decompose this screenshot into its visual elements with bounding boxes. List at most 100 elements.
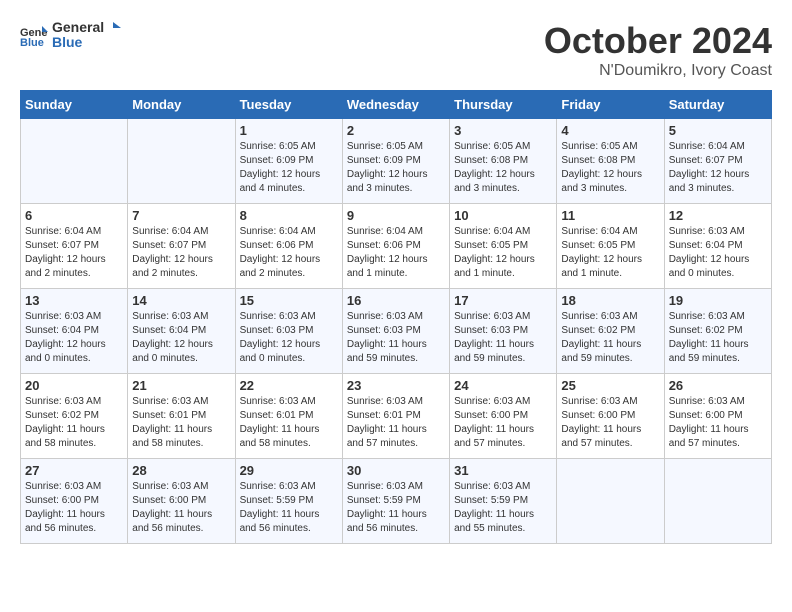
day-number: 26 bbox=[669, 378, 767, 393]
cell-info: Sunrise: 6:04 AM Sunset: 6:07 PM Dayligh… bbox=[669, 140, 767, 196]
logo-text: General bbox=[52, 20, 122, 35]
day-number: 31 bbox=[454, 463, 552, 478]
calendar-cell: 18 Sunrise: 6:03 AM Sunset: 6:02 PM Dayli… bbox=[557, 289, 664, 374]
cell-info: Sunrise: 6:03 AM Sunset: 6:00 PM Dayligh… bbox=[132, 480, 230, 536]
calendar-week-3: 13 Sunrise: 6:03 AM Sunset: 6:04 PM Dayli… bbox=[21, 289, 772, 374]
day-number: 14 bbox=[132, 293, 230, 308]
cell-info: Sunrise: 6:03 AM Sunset: 5:59 PM Dayligh… bbox=[240, 480, 338, 536]
cell-info: Sunrise: 6:03 AM Sunset: 5:59 PM Dayligh… bbox=[454, 480, 552, 536]
cell-info: Sunrise: 6:03 AM Sunset: 6:01 PM Dayligh… bbox=[132, 395, 230, 451]
calendar-cell: 10 Sunrise: 6:04 AM Sunset: 6:05 PM Dayli… bbox=[450, 204, 557, 289]
day-number: 28 bbox=[132, 463, 230, 478]
calendar-cell: 29 Sunrise: 6:03 AM Sunset: 5:59 PM Dayli… bbox=[235, 459, 342, 544]
day-header-friday: Friday bbox=[557, 91, 664, 119]
logo: General Blue General Blue bbox=[20, 20, 122, 51]
day-number: 29 bbox=[240, 463, 338, 478]
calendar-cell: 14 Sunrise: 6:03 AM Sunset: 6:04 PM Dayli… bbox=[128, 289, 235, 374]
cell-info: Sunrise: 6:04 AM Sunset: 6:05 PM Dayligh… bbox=[454, 225, 552, 281]
day-number: 27 bbox=[25, 463, 123, 478]
calendar-cell: 1 Sunrise: 6:05 AM Sunset: 6:09 PM Daylig… bbox=[235, 119, 342, 204]
calendar-cell bbox=[557, 459, 664, 544]
day-number: 12 bbox=[669, 208, 767, 223]
calendar-cell: 28 Sunrise: 6:03 AM Sunset: 6:00 PM Dayli… bbox=[128, 459, 235, 544]
day-header-thursday: Thursday bbox=[450, 91, 557, 119]
day-number: 9 bbox=[347, 208, 445, 223]
cell-info: Sunrise: 6:04 AM Sunset: 6:05 PM Dayligh… bbox=[561, 225, 659, 281]
day-header-saturday: Saturday bbox=[664, 91, 771, 119]
cell-info: Sunrise: 6:03 AM Sunset: 6:00 PM Dayligh… bbox=[561, 395, 659, 451]
cell-info: Sunrise: 6:05 AM Sunset: 6:09 PM Dayligh… bbox=[240, 140, 338, 196]
calendar-cell: 22 Sunrise: 6:03 AM Sunset: 6:01 PM Dayli… bbox=[235, 374, 342, 459]
cell-info: Sunrise: 6:03 AM Sunset: 6:02 PM Dayligh… bbox=[561, 310, 659, 366]
day-number: 4 bbox=[561, 123, 659, 138]
calendar-cell: 6 Sunrise: 6:04 AM Sunset: 6:07 PM Daylig… bbox=[21, 204, 128, 289]
cell-info: Sunrise: 6:05 AM Sunset: 6:08 PM Dayligh… bbox=[561, 140, 659, 196]
calendar-cell bbox=[21, 119, 128, 204]
calendar-week-2: 6 Sunrise: 6:04 AM Sunset: 6:07 PM Daylig… bbox=[21, 204, 772, 289]
cell-info: Sunrise: 6:04 AM Sunset: 6:07 PM Dayligh… bbox=[132, 225, 230, 281]
day-number: 21 bbox=[132, 378, 230, 393]
cell-info: Sunrise: 6:04 AM Sunset: 6:06 PM Dayligh… bbox=[347, 225, 445, 281]
calendar-cell: 8 Sunrise: 6:04 AM Sunset: 6:06 PM Daylig… bbox=[235, 204, 342, 289]
svg-text:Blue: Blue bbox=[20, 37, 44, 46]
day-number: 2 bbox=[347, 123, 445, 138]
calendar-cell: 20Sunrise: 6:03 AM Sunset: 6:02 PM Dayli… bbox=[21, 374, 128, 459]
calendar-cell: 15 Sunrise: 6:03 AM Sunset: 6:03 PM Dayli… bbox=[235, 289, 342, 374]
cell-info: Sunrise: 6:03 AM Sunset: 6:03 PM Dayligh… bbox=[240, 310, 338, 366]
calendar-cell bbox=[128, 119, 235, 204]
calendar-header-row: SundayMondayTuesdayWednesdayThursdayFrid… bbox=[21, 91, 772, 119]
calendar-cell: 21 Sunrise: 6:03 AM Sunset: 6:01 PM Dayli… bbox=[128, 374, 235, 459]
calendar-cell: 12 Sunrise: 6:03 AM Sunset: 6:04 PM Dayli… bbox=[664, 204, 771, 289]
calendar-cell: 24Sunrise: 6:03 AM Sunset: 6:00 PM Dayli… bbox=[450, 374, 557, 459]
cell-info: Sunrise: 6:03 AM Sunset: 6:00 PM Dayligh… bbox=[454, 395, 552, 451]
day-number: 13 bbox=[25, 293, 123, 308]
calendar-body: 1 Sunrise: 6:05 AM Sunset: 6:09 PM Daylig… bbox=[21, 119, 772, 544]
day-header-sunday: Sunday bbox=[21, 91, 128, 119]
cell-info: Sunrise: 6:05 AM Sunset: 6:08 PM Dayligh… bbox=[454, 140, 552, 196]
cell-info: Sunrise: 6:03 AM Sunset: 6:04 PM Dayligh… bbox=[25, 310, 123, 366]
logo-blue-text: Blue bbox=[52, 35, 122, 50]
day-number: 10 bbox=[454, 208, 552, 223]
day-number: 1 bbox=[240, 123, 338, 138]
day-header-monday: Monday bbox=[128, 91, 235, 119]
calendar-cell bbox=[664, 459, 771, 544]
day-number: 23 bbox=[347, 378, 445, 393]
calendar-cell: 31 Sunrise: 6:03 AM Sunset: 5:59 PM Dayli… bbox=[450, 459, 557, 544]
calendar-cell: 27Sunrise: 6:03 AM Sunset: 6:00 PM Dayli… bbox=[21, 459, 128, 544]
day-number: 5 bbox=[669, 123, 767, 138]
cell-info: Sunrise: 6:04 AM Sunset: 6:07 PM Dayligh… bbox=[25, 225, 123, 281]
day-number: 18 bbox=[561, 293, 659, 308]
day-number: 25 bbox=[561, 378, 659, 393]
cell-info: Sunrise: 6:03 AM Sunset: 6:03 PM Dayligh… bbox=[347, 310, 445, 366]
calendar-cell: 13 Sunrise: 6:03 AM Sunset: 6:04 PM Dayli… bbox=[21, 289, 128, 374]
calendar-cell: 16Sunrise: 6:03 AM Sunset: 6:03 PM Dayli… bbox=[342, 289, 449, 374]
calendar-cell: 23 Sunrise: 6:03 AM Sunset: 6:01 PM Dayli… bbox=[342, 374, 449, 459]
calendar-cell: 17Sunrise: 6:03 AM Sunset: 6:03 PM Dayli… bbox=[450, 289, 557, 374]
day-number: 22 bbox=[240, 378, 338, 393]
calendar-cell: 4 Sunrise: 6:05 AM Sunset: 6:08 PM Daylig… bbox=[557, 119, 664, 204]
cell-info: Sunrise: 6:03 AM Sunset: 6:01 PM Dayligh… bbox=[347, 395, 445, 451]
day-number: 15 bbox=[240, 293, 338, 308]
day-number: 20 bbox=[25, 378, 123, 393]
cell-info: Sunrise: 6:03 AM Sunset: 6:03 PM Dayligh… bbox=[454, 310, 552, 366]
day-header-wednesday: Wednesday bbox=[342, 91, 449, 119]
calendar-cell: 26 Sunrise: 6:03 AM Sunset: 6:00 PM Dayli… bbox=[664, 374, 771, 459]
cell-info: Sunrise: 6:04 AM Sunset: 6:06 PM Dayligh… bbox=[240, 225, 338, 281]
day-number: 3 bbox=[454, 123, 552, 138]
cell-info: Sunrise: 6:03 AM Sunset: 6:04 PM Dayligh… bbox=[132, 310, 230, 366]
day-header-tuesday: Tuesday bbox=[235, 91, 342, 119]
cell-info: Sunrise: 6:03 AM Sunset: 6:01 PM Dayligh… bbox=[240, 395, 338, 451]
day-number: 6 bbox=[25, 208, 123, 223]
title-area: October 2024 N'Doumikro, Ivory Coast bbox=[544, 20, 772, 80]
day-number: 7 bbox=[132, 208, 230, 223]
calendar-week-4: 20Sunrise: 6:03 AM Sunset: 6:02 PM Dayli… bbox=[21, 374, 772, 459]
cell-info: Sunrise: 6:03 AM Sunset: 6:00 PM Dayligh… bbox=[669, 395, 767, 451]
cell-info: Sunrise: 6:03 AM Sunset: 6:04 PM Dayligh… bbox=[669, 225, 767, 281]
day-number: 8 bbox=[240, 208, 338, 223]
month-title: October 2024 bbox=[544, 20, 772, 62]
calendar-week-5: 27 Sunrise: 6:03 AM Sunset: 6:00 PM Dayli… bbox=[21, 459, 772, 544]
cell-info: Sunrise: 6:05 AM Sunset: 6:09 PM Dayligh… bbox=[347, 140, 445, 196]
calendar-cell: 19Sunrise: 6:03 AM Sunset: 6:02 PM Dayli… bbox=[664, 289, 771, 374]
calendar-cell: 3 Sunrise: 6:05 AM Sunset: 6:08 PM Daylig… bbox=[450, 119, 557, 204]
cell-info: Sunrise: 6:03 AM Sunset: 6:02 PM Dayligh… bbox=[669, 310, 767, 366]
